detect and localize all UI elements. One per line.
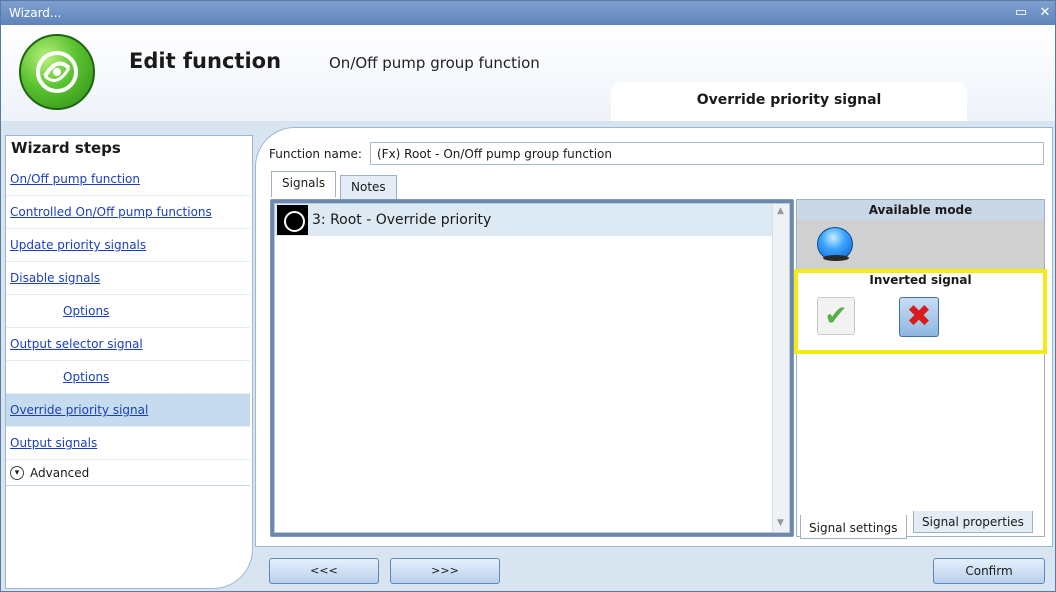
wizard-steps-list: On/Off pump function Controlled On/Off p… [6, 163, 250, 486]
close-icon[interactable]: ✕ [1037, 5, 1053, 21]
pushbutton-mode-icon[interactable] [817, 227, 853, 261]
cross-icon: ✖ [906, 299, 932, 334]
available-mode-header: Available mode [797, 200, 1044, 220]
tab-notes[interactable]: Notes [340, 175, 397, 199]
function-name-label: Function name: [269, 147, 362, 161]
tab-signals[interactable]: Signals [271, 171, 337, 197]
wizard-window: Wizard... ▭ ✕ Edit function On/Off pump … [0, 0, 1056, 592]
next-button[interactable]: >>> [390, 558, 500, 584]
inverted-no-button[interactable]: ✖ [899, 297, 939, 337]
tab-signal-properties[interactable]: Signal properties [913, 511, 1033, 533]
step-output-selector-options[interactable]: Options [6, 361, 250, 394]
prev-button[interactable]: <<< [269, 558, 379, 584]
step-override-priority-signal[interactable]: Override priority signal [6, 394, 250, 427]
sidebar-title: Wizard steps [11, 139, 121, 157]
scroll-up-icon[interactable]: ▲ [777, 206, 784, 216]
header: Edit function On/Off pump group function… [1, 25, 1055, 121]
step-output-signals[interactable]: Output signals [6, 427, 250, 460]
signal-row-label: 3: Root - Override priority [312, 212, 492, 228]
restore-icon[interactable]: ▭ [1013, 5, 1029, 21]
inverted-yes-button[interactable]: ✔ [817, 297, 855, 335]
step-on-off-pump-function[interactable]: On/Off pump function [6, 163, 250, 196]
tab-signal-settings[interactable]: Signal settings [800, 515, 907, 539]
inverted-signal-label: Inverted signal [869, 273, 972, 287]
signals-scrollbar[interactable]: ▲ ▼ [772, 204, 789, 532]
app-logo [19, 34, 95, 110]
confirm-button[interactable]: Confirm [933, 558, 1045, 584]
advanced-toggle[interactable]: ▾ Advanced [6, 460, 250, 486]
scroll-down-icon[interactable]: ▼ [777, 518, 784, 528]
step-controlled-functions[interactable]: Controlled On/Off pump functions [6, 196, 250, 229]
advanced-label: Advanced [30, 465, 90, 480]
function-name-input[interactable]: (Fx) Root - On/Off pump group function [370, 142, 1044, 165]
step-update-priority-signals[interactable]: Update priority signals [6, 229, 250, 262]
signals-list [274, 203, 790, 533]
page-subtitle: On/Off pump group function [329, 54, 540, 72]
signal-row[interactable]: 3: Root - Override priority [275, 204, 772, 236]
chevron-down-icon: ▾ [10, 465, 24, 480]
title-bar: Wizard... ▭ ✕ [1, 1, 1055, 25]
signal-type-icon [277, 205, 308, 235]
step-disable-signals[interactable]: Disable signals [6, 262, 250, 295]
step-output-selector-signal[interactable]: Output selector signal [6, 328, 250, 361]
check-icon: ✔ [824, 299, 848, 332]
current-step-tab: Override priority signal [611, 82, 967, 121]
step-disable-options[interactable]: Options [6, 295, 250, 328]
page-title: Edit function [129, 49, 282, 73]
window-title: Wizard... [9, 6, 62, 20]
